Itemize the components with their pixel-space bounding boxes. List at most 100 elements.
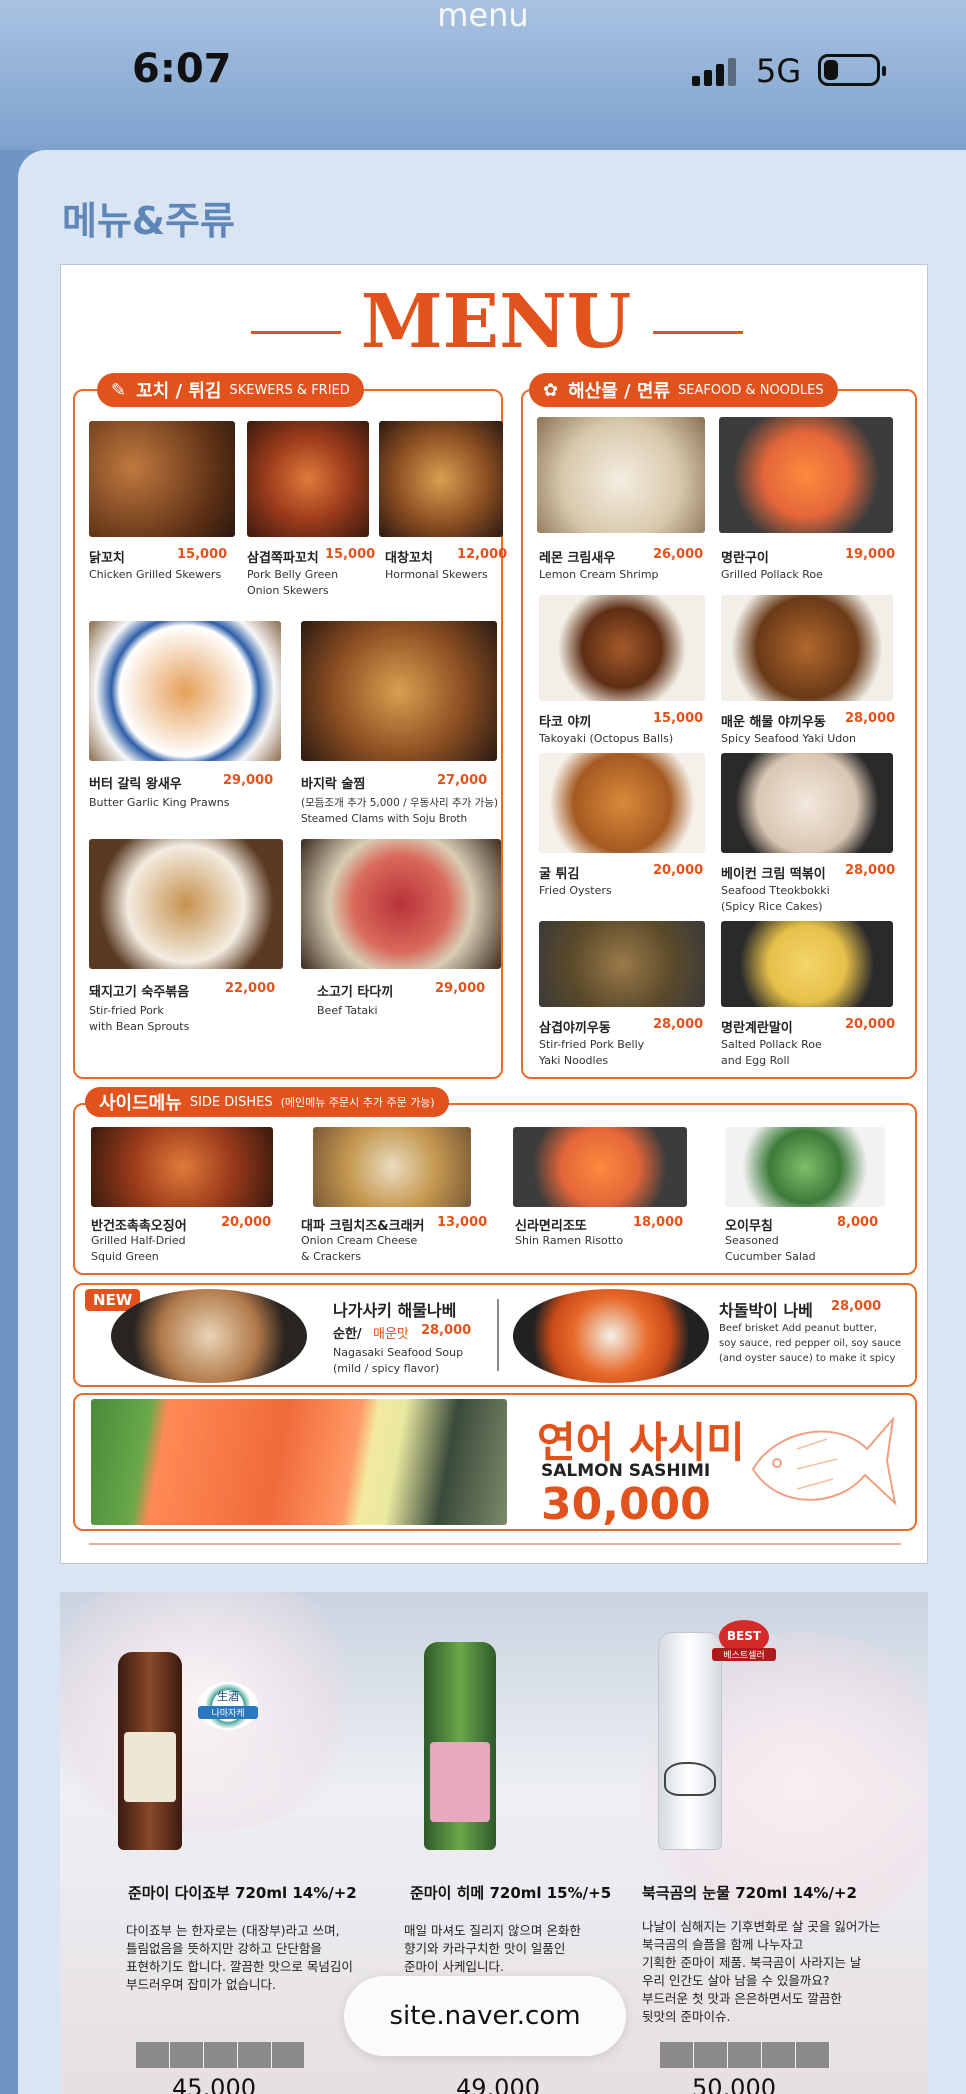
dish-photo[interactable]: [247, 421, 369, 537]
salmon-photo[interactable]: [91, 1399, 507, 1525]
dish-photo[interactable]: [301, 839, 501, 969]
dish-price: 27,000: [437, 773, 488, 788]
dish-english: Seasoned Cucumber Salad: [725, 1234, 816, 1263]
bottle-label: [124, 1732, 176, 1802]
skewers-pill: ✎ 꼬치 / 튀김 SKEWERS & FRIED: [97, 373, 364, 407]
dish-photo[interactable]: [721, 595, 893, 701]
dish-name: 굴 튀김: [539, 867, 580, 882]
dish-name: 닭꼬치: [89, 551, 125, 566]
dish-english: Pork Belly Green Onion Skewers: [247, 568, 339, 597]
dish-english: Butter Garlic King Prawns: [89, 796, 230, 809]
menu-heading: MENU: [360, 279, 632, 365]
brisket-photo[interactable]: [513, 1289, 709, 1383]
dish-name: 버터 갈릭 왕새우: [89, 777, 182, 792]
dish-english: (모듬조개 추가 5,000 / 우동사리 추가 가능) Steamed Cla…: [301, 797, 499, 825]
salmon-english: SALMON SASHIMI: [541, 1461, 711, 1481]
dish-price: 26,000: [653, 547, 704, 562]
skewers-title: 꼬치 / 튀김: [136, 381, 222, 402]
dish-name: 명란구이: [721, 551, 769, 566]
dish-name: 소고기 타다끼: [317, 985, 394, 1000]
dish-photo[interactable]: [513, 1127, 687, 1207]
status-bar: menu 6:07 5G: [0, 0, 966, 150]
dish-english: Salted Pollack Roe and Egg Roll: [721, 1038, 822, 1067]
dish-price: 28,000: [845, 863, 896, 878]
dish-photo[interactable]: [725, 1127, 885, 1207]
nagasaki-flavor-spicy: 매운맛: [373, 1327, 409, 1342]
temperature-chart: [136, 2042, 304, 2068]
namazake-badge: 生酒 나마자케: [198, 1682, 258, 1730]
dish-photo[interactable]: [313, 1127, 471, 1207]
dish-photo[interactable]: [89, 421, 235, 537]
dish-photo[interactable]: [91, 1127, 273, 1207]
dish-photo[interactable]: [539, 921, 705, 1007]
dish-photo[interactable]: [721, 753, 893, 853]
dish-name: 베이컨 크림 떡볶이: [721, 867, 826, 882]
sake-description: 매일 마셔도 질리지 않으며 온화한 향기와 카라구치한 맛이 일품인 준마이 …: [404, 1923, 581, 1974]
brisket-name: 차돌박이 나베: [719, 1301, 813, 1320]
address-bar[interactable]: site.naver.com: [344, 1976, 626, 2056]
dish-name: 대창꼬치: [385, 551, 433, 566]
dish-name: 돼지고기 숙주볶음: [89, 985, 190, 1000]
dish-photo[interactable]: [537, 417, 705, 533]
heading-rule-right: [653, 331, 743, 334]
dish-english: Grilled Pollack Roe: [721, 568, 823, 581]
dish-photo[interactable]: [89, 839, 283, 969]
dish-english: Onion Cream Cheese & Crackers: [301, 1234, 418, 1263]
menu-board[interactable]: MENU ✎ 꼬치 / 튀김 SKEWERS & FRIED ✿ 해산물 / 면…: [60, 264, 928, 1564]
dish-photo[interactable]: [89, 621, 281, 761]
dish-photo[interactable]: [379, 421, 503, 537]
dish-english: Takoyaki (Octopus Balls): [539, 732, 674, 745]
dish-price: 15,000: [177, 547, 228, 562]
dish-name: 매운 해물 야끼우동: [721, 715, 826, 730]
sides-note: (메인메뉴 주문시 추가 주문 가능): [280, 1096, 435, 1109]
network-label: 5G: [756, 52, 802, 90]
dish-name: 대파 크림치즈&크래커: [301, 1219, 425, 1234]
dish-photo[interactable]: [719, 417, 893, 533]
seafood-subtitle: SEAFOOD & NOODLES: [678, 382, 824, 398]
dish-price: 19,000: [845, 547, 896, 562]
dish-price: 28,000: [653, 1017, 704, 1032]
dish-english: Grilled Half-Dried Squid Green: [91, 1234, 186, 1263]
bottle-label: [430, 1742, 490, 1822]
salmon-price: 30,000: [541, 1479, 711, 1530]
nagasaki-name: 나가사키 해물나베: [333, 1301, 457, 1320]
dish-name: 바지락 술찜: [301, 777, 366, 792]
dish-photo[interactable]: [721, 921, 893, 1007]
nagasaki-price: 28,000: [421, 1323, 472, 1338]
dish-english: Shin Ramen Risotto: [515, 1234, 624, 1247]
dish-photo[interactable]: [539, 753, 705, 853]
sides-pill: 사이드메뉴 SIDE DISHES (메인메뉴 주문시 추가 주문 가능): [85, 1087, 449, 1117]
sake-name: 북극곰의 눈물 720ml 14%/+2: [642, 1884, 857, 1902]
page-label: menu: [437, 0, 529, 34]
nabe-divider: [497, 1299, 499, 1371]
dish-photo[interactable]: [539, 595, 705, 701]
dish-english: Fried Oysters: [539, 884, 612, 897]
dish-price: 8,000: [837, 1215, 879, 1230]
dish-name: 삼겹쪽파꼬치: [247, 551, 319, 566]
brisket-english: Beef brisket Add peanut butter, soy sauc…: [719, 1323, 902, 1364]
dish-name: 명란계란말이: [721, 1021, 793, 1036]
dish-price: 22,000: [225, 981, 276, 996]
dish-english: Hormonal Skewers: [385, 568, 488, 581]
dish-name: 삼겹야끼우동: [539, 1021, 611, 1036]
sake-name: 준마이 히메 720ml 15%/+5: [410, 1884, 612, 1902]
dish-english: Beef Tataki: [317, 1004, 378, 1017]
sake-description: 다이죠부 는 한자로는 (대장부)라고 쓰며, 틀림없음을 뜻하지만 강하고 단…: [126, 1923, 353, 1992]
dish-english: Stir-fried Pork Belly Yaki Noodles: [539, 1038, 645, 1067]
dish-price: 29,000: [435, 981, 486, 996]
dish-price: 13,000: [437, 1215, 488, 1230]
content-sheet[interactable]: 메뉴&주류 MENU ✎ 꼬치 / 튀김 SKEWERS & FRIED ✿ 해…: [18, 150, 966, 2094]
nagasaki-english: Nagasaki Seafood Soup (mild / spicy flav…: [333, 1346, 464, 1375]
polar-bear-icon: [664, 1762, 716, 1796]
temperature-chart: [660, 2042, 830, 2068]
dish-price: 15,000: [325, 547, 376, 562]
badge-kanji: 生酒: [217, 1690, 239, 1703]
dish-price: 20,000: [221, 1215, 272, 1230]
dish-price: 15,000: [653, 711, 704, 726]
dish-photo[interactable]: [301, 621, 497, 761]
nabe-photo[interactable]: [111, 1289, 307, 1383]
dish-english: Chicken Grilled Skewers: [89, 568, 222, 581]
badge-sub: 나마자케: [198, 1706, 258, 1719]
dish-english: Spicy Seafood Yaki Udon: [721, 732, 856, 745]
sake-description: 나날이 심해지는 기후변화로 살 곳을 잃어가는 북극곰의 슬픔을 함께 나누자…: [642, 1919, 881, 2024]
